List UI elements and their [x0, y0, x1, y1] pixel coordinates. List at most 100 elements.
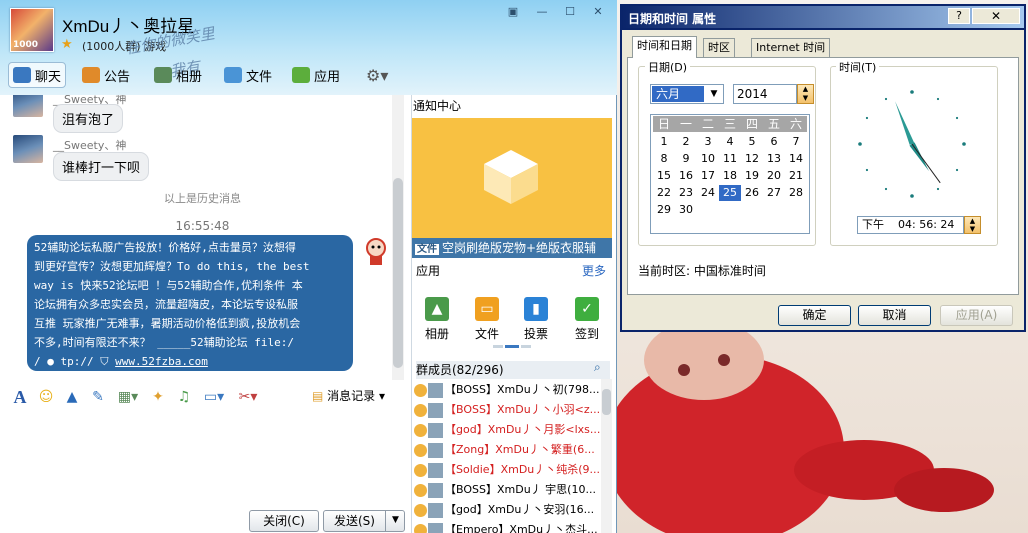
tab-album[interactable]: 相册 — [150, 62, 206, 88]
calendar-day[interactable]: 22 — [653, 185, 675, 201]
shield-icon: ⛉ — [100, 355, 109, 368]
ok-button[interactable]: 确定 — [778, 305, 851, 326]
app-label: 投票 — [523, 327, 548, 341]
tab-internet-time[interactable]: Internet 时间 — [751, 38, 831, 58]
calendar-day[interactable]: 13 — [763, 151, 785, 167]
app-checkin[interactable]: ✓ 签到 — [569, 297, 605, 342]
calendar-day[interactable]: 15 — [653, 168, 675, 184]
calendar-day[interactable]: 29 — [653, 202, 675, 218]
tab-time-date[interactable]: 时间和日期 — [632, 36, 697, 58]
app-vote[interactable]: ▮ 投票 — [518, 297, 554, 342]
calendar-day[interactable]: 1 — [653, 134, 675, 150]
members-scrollbar-thumb[interactable] — [602, 389, 611, 415]
calendar-day[interactable]: 23 — [675, 185, 697, 201]
app-files[interactable]: ▭ 文件 — [469, 297, 505, 342]
member-row[interactable]: 【god】XmDu丿丶安羽(16... — [414, 500, 600, 520]
apps-more-link[interactable]: 更多 — [582, 262, 606, 279]
minimize-button[interactable]: — — [532, 5, 552, 19]
gift-icon[interactable]: ✦ — [149, 388, 167, 406]
member-row[interactable]: 【god】XmDu丿丶月影<lxs... — [414, 420, 600, 440]
calendar-day[interactable]: 21 — [785, 168, 807, 184]
calendar-day[interactable]: 9 — [675, 151, 697, 167]
font-icon[interactable]: A — [11, 387, 29, 407]
apps-pager-dots[interactable] — [493, 345, 533, 348]
maximize-button[interactable]: ☐ — [560, 5, 580, 19]
more-icon[interactable]: ✂▾ — [235, 388, 261, 406]
tab-apps[interactable]: 应用 — [288, 62, 344, 88]
message-history-button[interactable]: ▤ 消息记录 ▾ — [312, 387, 385, 404]
notice-ad-line[interactable]: 文件 空岗刷绝版宠物+绝版衣服辅 — [412, 238, 612, 258]
calendar-day[interactable]: 16 — [675, 168, 697, 184]
member-role-icon — [414, 383, 427, 397]
tab-announcement[interactable]: 公告 — [78, 62, 134, 88]
member-row[interactable]: 【BOSS】XmDu丿 宇思(10... — [414, 480, 600, 500]
shake-icon[interactable]: ▲ — [63, 388, 81, 406]
member-role-icon — [414, 403, 427, 417]
member-row[interactable]: 【Zong】XmDu丿丶繁重(6... — [414, 440, 600, 460]
message-input[interactable] — [5, 411, 405, 507]
chat-scrollbar-thumb[interactable] — [393, 178, 403, 368]
cancel-button[interactable]: 取消 — [858, 305, 931, 326]
calendar-day[interactable]: 28 — [785, 185, 807, 201]
ad-link[interactable]: www.52fzba.com — [115, 355, 208, 368]
calendar-day[interactable]: 19 — [741, 168, 763, 184]
member-row[interactable]: 【BOSS】XmDu丿丶小羽<z... — [414, 400, 600, 420]
sender-avatar-icon[interactable] — [362, 236, 390, 266]
send-options-icon[interactable]: ▼ — [385, 510, 405, 532]
calendar-day[interactable]: 18 — [719, 168, 741, 184]
calendar-day[interactable]: 26 — [741, 185, 763, 201]
emoji-icon[interactable]: ☺ — [37, 388, 55, 406]
doodle-icon[interactable]: ✎ — [89, 388, 107, 406]
calendar-day[interactable]: 11 — [719, 151, 741, 167]
app-album[interactable]: ▲ 相册 — [419, 297, 455, 342]
settings-gear-icon[interactable]: ⚙▾ — [362, 62, 392, 88]
clock-tick — [955, 168, 959, 172]
file-tag: 文件 — [415, 244, 439, 255]
tab-files[interactable]: 文件 — [220, 62, 276, 88]
calendar-day[interactable]: 25 — [719, 185, 741, 201]
skin-icon[interactable]: ▣ — [503, 5, 523, 19]
time-spinner[interactable]: ▲ ▼ — [964, 216, 981, 234]
member-avatar[interactable] — [13, 95, 43, 117]
calendar-day[interactable]: 6 — [763, 134, 785, 150]
member-row[interactable]: 【BOSS】XmDu丿丶初(798... — [414, 380, 600, 400]
calendar-day[interactable]: 17 — [697, 168, 719, 184]
year-field[interactable]: 2014 — [733, 84, 797, 104]
year-spinner[interactable]: ▲ ▼ — [797, 84, 814, 104]
music-icon[interactable]: ♫ — [175, 388, 193, 406]
image-icon[interactable]: ▦▾ — [115, 388, 141, 406]
calendar-day[interactable]: 3 — [697, 134, 719, 150]
minute-hand — [895, 101, 915, 145]
calendar-day[interactable]: 7 — [785, 134, 807, 150]
calendar-day[interactable]: 2 — [675, 134, 697, 150]
close-window-button[interactable]: ✕ — [588, 5, 608, 19]
tab-timezone[interactable]: 时区 — [703, 38, 735, 58]
month-select[interactable]: 六月 ▼ — [650, 84, 724, 104]
calendar-day[interactable]: 8 — [653, 151, 675, 167]
calendar-day[interactable]: 27 — [763, 185, 785, 201]
clock-tick — [884, 187, 888, 191]
tab-chat[interactable]: 聊天 — [8, 62, 67, 88]
help-button[interactable]: ? — [948, 8, 970, 24]
member-row[interactable]: 【Empero】XmDu丿丶杰斗... — [414, 520, 600, 533]
screenshot-icon[interactable]: ▭▾ — [201, 388, 227, 406]
calendar-day[interactable]: 10 — [697, 151, 719, 167]
time-field[interactable]: 下午 04: 56: 24 — [857, 216, 964, 234]
dialog-close-button[interactable]: ✕ — [972, 8, 1020, 24]
calendar-day[interactable]: 20 — [763, 168, 785, 184]
member-name: 【god】XmDu丿丶安羽(16... — [445, 503, 595, 516]
calendar-day[interactable]: 12 — [741, 151, 763, 167]
calendar-day[interactable]: 14 — [785, 151, 807, 167]
message-timestamp: 16:55:48 — [175, 219, 230, 233]
search-icon[interactable]: ⌕ — [594, 360, 601, 375]
group-avatar[interactable]: 1000 — [10, 8, 54, 52]
calendar-day[interactable]: 24 — [697, 185, 719, 201]
apply-button[interactable]: 应用(A) — [940, 305, 1013, 326]
close-button[interactable]: 关闭(C) — [249, 510, 319, 532]
calendar-day[interactable]: 30 — [675, 202, 697, 218]
member-row[interactable]: 【Soldie】XmDu丿丶纯杀(9... — [414, 460, 600, 480]
member-avatar[interactable] — [13, 135, 43, 163]
announcement-icon — [82, 67, 100, 83]
calendar-day[interactable]: 5 — [741, 134, 763, 150]
calendar-day[interactable]: 4 — [719, 134, 741, 150]
